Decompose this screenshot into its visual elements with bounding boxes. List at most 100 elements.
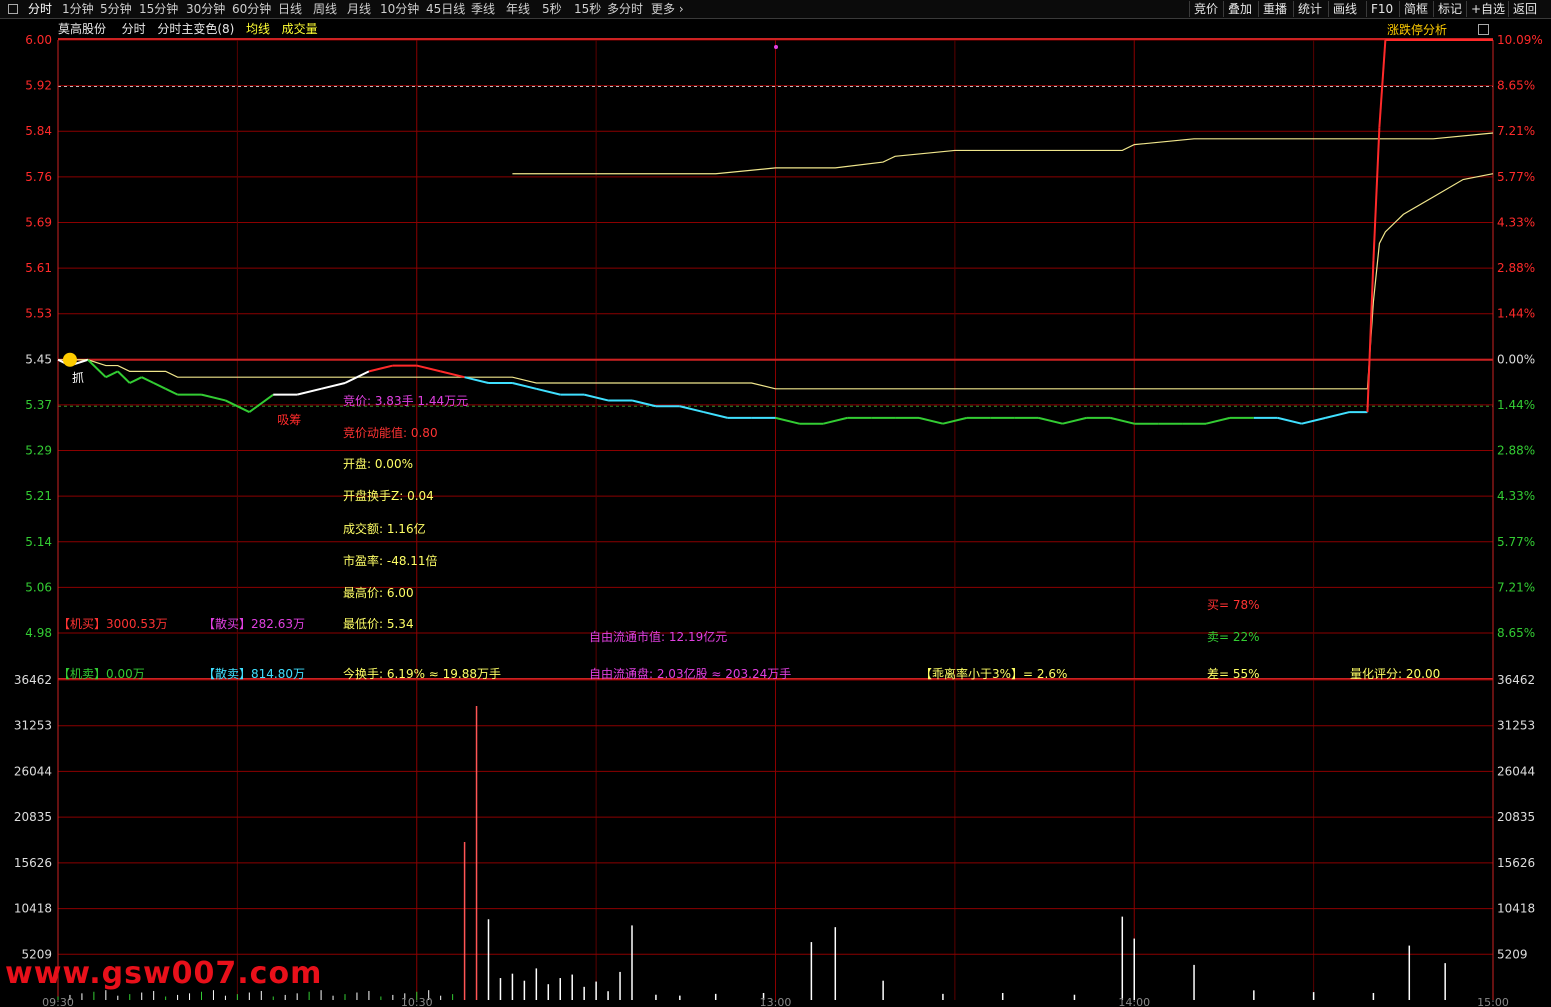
price-tick-label: 5.61 <box>25 261 52 275</box>
pct-tick-label: 10.09% <box>1497 33 1543 47</box>
price-tick-label: 5.92 <box>25 79 52 93</box>
stock-name: 莫高股份 <box>58 22 107 36</box>
volume-tick-label-right: 20835 <box>1497 810 1535 824</box>
annotation-accumulate: 吸筹 <box>277 413 301 427</box>
info-diff-pct: 差= 55% <box>1207 667 1260 681</box>
volume-tick-label-right: 31253 <box>1497 719 1535 733</box>
annotation-grab: 抓 <box>72 371 84 385</box>
price-tick-label: 5.84 <box>25 124 52 138</box>
price-tick-label: 5.14 <box>25 535 52 549</box>
price-tick-label: 5.37 <box>25 398 52 412</box>
info-auction: 竞价: 3.83手 1.44万元 <box>343 394 469 408</box>
close-panel-icon[interactable] <box>1478 24 1489 35</box>
info-deviation: 【乖离率小于3%】= 2.6% <box>920 667 1068 681</box>
avg-line-afternoon <box>512 132 1494 175</box>
info-turnover-amount: 成交额: 1.16亿 <box>343 522 426 536</box>
volume-tick-label-right: 36462 <box>1497 673 1535 687</box>
price-tick-label: 5.06 <box>25 580 52 594</box>
price-segment <box>464 376 489 384</box>
time-axis-label: 13:00 <box>760 996 792 1007</box>
pct-tick-label: 5.77% <box>1497 535 1535 549</box>
pct-tick-label: 1.44% <box>1497 398 1535 412</box>
chart-header: 莫高股份 分时 分时主变色(8) 均线 成交量 <box>58 21 318 37</box>
info-sell-pct: 卖= 22% <box>1207 630 1260 644</box>
price-segment <box>153 382 167 390</box>
price-segment <box>440 370 465 379</box>
avg-line-label: 均线 <box>246 22 271 36</box>
volume-tick-label-right: 15626 <box>1497 856 1535 870</box>
time-axis-label: 15:00 <box>1477 996 1509 1007</box>
info-quant-score: 量化评分: 20.00 <box>1350 667 1441 681</box>
time-axis-label: 14:00 <box>1118 996 1150 1007</box>
volume-tick-label: 10418 <box>14 902 52 916</box>
pct-tick-label: 4.33% <box>1497 489 1535 503</box>
info-open-turnover: 开盘换手Z: 0.04 <box>343 489 434 503</box>
volume-tick-label-right: 5209 <box>1497 947 1528 961</box>
info-free-float-shares: 自由流通盘: 2.03亿股 ≈ 203.24万手 <box>589 667 792 681</box>
price-segment <box>703 411 728 419</box>
time-axis-label: 10:30 <box>401 996 433 1007</box>
info-inst-sell: 【机卖】0.00万 <box>58 667 145 681</box>
price-segment <box>320 382 346 390</box>
price-segment <box>536 387 561 396</box>
price-segment <box>1277 416 1302 425</box>
view-label: 分时 <box>121 22 146 36</box>
price-segment <box>1372 127 1381 261</box>
price-segment <box>1205 416 1231 425</box>
price-tick-label: 4.98 <box>25 626 52 640</box>
price-tick-label: 5.69 <box>25 215 52 229</box>
info-retail-sell: 【散卖】814.80万 <box>203 667 305 681</box>
price-segment <box>296 387 322 396</box>
price-segment <box>918 416 944 425</box>
price-segment <box>141 376 155 384</box>
volume-tick-label: 20835 <box>14 810 52 824</box>
pct-tick-label: 5.77% <box>1497 170 1535 184</box>
watermark: www.gsw007.com <box>5 956 323 991</box>
price-segment <box>679 405 704 414</box>
info-high: 最高价: 6.00 <box>343 586 414 600</box>
price-segment <box>416 364 441 373</box>
info-buy-pct: 买= 78% <box>1207 598 1260 612</box>
intraday-chart: 6.00 10.09% 5.92 8.65% 5.84 7.21% 5.76 5.77% 5.6… <box>14 33 1543 1007</box>
price-tick-label: 5.29 <box>25 444 52 458</box>
info-auction-momentum: 竞价动能值: 0.80 <box>343 426 438 440</box>
price-segment <box>129 376 143 384</box>
volume-label: 成交量 <box>281 22 318 36</box>
price-segment <box>512 382 537 390</box>
volume-tick-label: 15626 <box>14 856 52 870</box>
pct-tick-label: 2.88% <box>1497 261 1535 275</box>
price-segment <box>165 387 179 396</box>
limit-analysis-button[interactable]: 涨跌停分析 <box>1387 21 1447 38</box>
info-open: 开盘: 0.00% <box>343 457 413 471</box>
pct-tick-label: 4.33% <box>1497 215 1535 229</box>
volume-tick-label-right: 10418 <box>1497 902 1535 916</box>
info-free-float-value: 自由流通市值: 12.19亿元 <box>589 630 728 644</box>
price-segment <box>823 416 848 425</box>
info-inst-buy: 【机买】3000.53万 <box>58 617 168 631</box>
price-tick-label: 5.21 <box>25 489 52 503</box>
indicator-label: 分时主变色(8) <box>157 22 235 36</box>
time-axis-label: 09:30 <box>42 996 74 1007</box>
price-segment <box>1062 416 1087 425</box>
price-segment <box>368 364 394 373</box>
volume-tick-label: 31253 <box>14 719 52 733</box>
price-segment <box>775 416 800 425</box>
pct-tick-label: 7.21% <box>1497 580 1535 594</box>
marker-dot <box>774 45 778 49</box>
price-segment <box>1366 260 1375 413</box>
price-segment <box>1325 411 1350 419</box>
price-segment <box>117 370 131 384</box>
info-today-turnover: 今换手: 6.19% ≈ 19.88万手 <box>343 667 502 681</box>
price-tick-label: 5.45 <box>25 352 52 366</box>
pct-tick-label: 1.44% <box>1497 307 1535 321</box>
price-segment <box>1110 416 1135 425</box>
price-segment <box>1038 416 1063 425</box>
price-segment <box>105 370 119 379</box>
price-tick-label: 6.00 <box>25 33 52 47</box>
price-segment <box>248 393 274 413</box>
info-retail-buy: 【散买】282.63万 <box>203 617 305 631</box>
info-low: 最低价: 5.34 <box>343 617 414 631</box>
price-tick-label: 5.53 <box>25 307 52 321</box>
volume-tick-label: 26044 <box>14 764 52 778</box>
price-segment <box>1378 39 1387 128</box>
